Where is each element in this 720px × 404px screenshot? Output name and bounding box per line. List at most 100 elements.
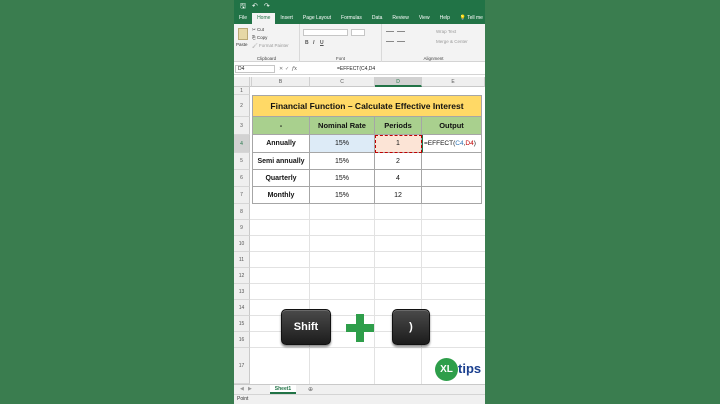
alignment-label: Alignment (423, 56, 444, 61)
table-cell-rate[interactable]: 15% (310, 187, 375, 204)
cut-button[interactable]: ✂ Cut (252, 27, 264, 33)
header-cell[interactable]: Output (422, 117, 482, 135)
bold-button[interactable]: B (305, 40, 309, 46)
select-all-corner[interactable] (234, 77, 250, 87)
enter-icon[interactable]: ✓ (285, 65, 289, 73)
save-icon[interactable]: 🖫 (240, 0, 246, 12)
gridline (250, 283, 485, 284)
row-header-9[interactable]: 9 (234, 220, 250, 236)
function-icon[interactable]: fx (292, 65, 297, 73)
table-cell-label[interactable]: Annually (252, 135, 310, 153)
table-cell-periods[interactable]: 12 (375, 187, 422, 204)
table-cell-rate[interactable]: 15% (310, 170, 375, 187)
align-left-icon[interactable] (386, 41, 394, 42)
header-cell[interactable]: Periods (375, 117, 422, 135)
next-sheet-icon[interactable]: ▶ (248, 385, 252, 394)
tab-page-layout[interactable]: Page Layout (298, 13, 336, 24)
copy-button[interactable]: ⎘ Copy (252, 35, 267, 40)
header-cell[interactable]: Nominal Rate (310, 117, 375, 135)
italic-button[interactable]: I (313, 40, 314, 46)
table-cell-output[interactable] (422, 153, 482, 170)
tab-view[interactable]: View (414, 13, 435, 24)
gridline (250, 219, 485, 220)
table-cell-rate[interactable]: 15% (310, 153, 375, 170)
table-cell-rate[interactable]: 15% (310, 135, 375, 153)
row-header-13[interactable]: 13 (234, 284, 250, 300)
undo-icon[interactable]: ↶ (252, 0, 258, 12)
excel-window: 🖫 ↶ ↷ File Home Insert Page Layout Formu… (234, 0, 485, 404)
wrap-text-button[interactable]: Wrap Text (436, 29, 456, 34)
table-cell-output[interactable] (422, 170, 482, 187)
edit-suffix: ) (473, 140, 476, 147)
plus-icon (346, 314, 374, 342)
tell-me-label: Tell me (467, 15, 483, 21)
table-cell-label[interactable]: Quarterly (252, 170, 310, 187)
gridline (309, 204, 310, 384)
gridline (250, 251, 485, 252)
table-cell-label[interactable]: Monthly (252, 187, 310, 204)
column-header-b[interactable]: B (252, 77, 310, 87)
row-header-17[interactable]: 17 (234, 348, 250, 384)
row-header-15[interactable]: 15 (234, 316, 250, 332)
tab-home[interactable]: Home (252, 13, 276, 24)
sheet-tab-sheet1[interactable]: Sheet1 (270, 385, 296, 394)
row-header-1[interactable]: 1 (234, 87, 250, 95)
tab-help[interactable]: Help (435, 13, 455, 24)
format-painter-button[interactable]: 🖌 Format Painter (252, 43, 289, 49)
font-size-dropdown[interactable] (351, 29, 365, 36)
tab-review[interactable]: Review (387, 13, 413, 24)
column-header-e[interactable]: E (422, 77, 485, 87)
format-painter-label: Format Painter (258, 43, 289, 48)
table-cell-label[interactable]: Semi annually (252, 153, 310, 170)
paste-icon[interactable] (238, 28, 248, 40)
font-label: Font (335, 56, 345, 61)
gridline (250, 299, 485, 300)
row-header-6[interactable]: 6 (234, 170, 250, 187)
edit-ref-d4: D4 (465, 140, 474, 147)
tab-tell-me[interactable]: 💡Tell me (455, 13, 485, 24)
lightbulb-icon: 💡 (459, 15, 467, 21)
table-cell-periods[interactable]: 2 (375, 153, 422, 170)
logo-mark: XL (435, 358, 458, 381)
add-sheet-icon[interactable]: ⊕ (308, 385, 313, 394)
tab-insert[interactable]: Insert (275, 13, 298, 24)
paste-button[interactable]: Paste (236, 42, 248, 47)
name-box[interactable]: D4 (235, 65, 275, 73)
merge-center-button[interactable]: Merge & Center (436, 39, 468, 44)
row-header-7[interactable]: 7 (234, 187, 250, 204)
table-title[interactable]: Financial Function – Calculate Effective… (252, 95, 482, 117)
row-header-5[interactable]: 5 (234, 153, 250, 170)
clipboard-label: Clipboard (256, 56, 277, 61)
column-header-d[interactable]: D (375, 77, 422, 87)
table-cell-periods[interactable]: 4 (375, 170, 422, 187)
align-top-icon[interactable] (386, 31, 394, 32)
prev-sheet-icon[interactable]: ◀ (240, 385, 244, 394)
tab-data[interactable]: Data (367, 13, 388, 24)
row-header-16[interactable]: 16 (234, 332, 250, 348)
gridline (421, 204, 422, 384)
row-header-8[interactable]: 8 (234, 204, 250, 220)
row-header-10[interactable]: 10 (234, 236, 250, 252)
row-header-11[interactable]: 11 (234, 252, 250, 268)
tab-formulas[interactable]: Formulas (336, 13, 367, 24)
row-header-12[interactable]: 12 (234, 268, 250, 284)
row-header-3[interactable]: 3 (234, 117, 250, 135)
align-middle-icon[interactable] (397, 31, 405, 32)
underline-button[interactable]: U (320, 40, 324, 46)
gridline (250, 235, 485, 236)
align-center-icon[interactable] (397, 41, 405, 42)
shift-key: Shift (281, 309, 331, 345)
table-cell-output[interactable] (422, 187, 482, 204)
row-header-4[interactable]: 4 (234, 135, 250, 153)
header-cell[interactable]: - (252, 117, 310, 135)
active-edit-cell[interactable]: =EFFECT(C4, D4) (422, 135, 482, 153)
row-header-14[interactable]: 14 (234, 300, 250, 316)
tab-file[interactable]: File (234, 13, 252, 24)
formula-input[interactable]: =EFFECT(C4,D4 (337, 65, 375, 73)
table-cell-periods[interactable]: 1 (375, 135, 422, 153)
font-name-dropdown[interactable] (303, 29, 348, 36)
row-header-2[interactable]: 2 (234, 95, 250, 117)
redo-icon[interactable]: ↷ (264, 0, 270, 12)
column-header-c[interactable]: C (310, 77, 375, 87)
cancel-icon[interactable]: ✕ (279, 65, 283, 73)
